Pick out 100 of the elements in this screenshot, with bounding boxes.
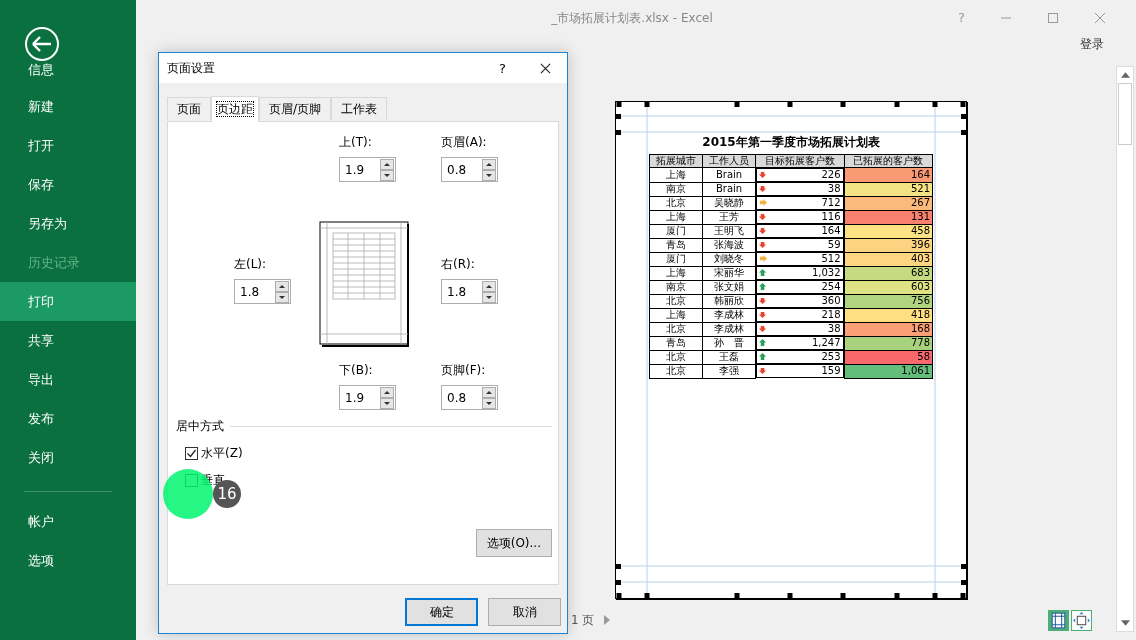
decrement-icon[interactable] [380, 397, 394, 409]
column-header: 拓展城市 [649, 154, 703, 168]
table-cell: 张文娟 [702, 280, 756, 294]
show-margins-icon[interactable] [1048, 609, 1069, 631]
margin-handle[interactable] [616, 564, 621, 569]
margin-handle[interactable] [616, 102, 622, 107]
scroll-down-icon[interactable] [1120, 620, 1130, 626]
menu-item[interactable]: 另存为 [0, 204, 136, 243]
margin-handle[interactable] [616, 593, 622, 598]
margin-handle[interactable] [894, 593, 900, 598]
dialog-title: 页面设置 [167, 59, 216, 77]
scrollbar[interactable] [1116, 66, 1134, 632]
increment-icon[interactable] [482, 158, 496, 170]
margin-handle[interactable] [616, 580, 621, 585]
zoom-to-page-icon[interactable] [1071, 609, 1092, 631]
increment-icon[interactable] [380, 158, 394, 170]
scroll-thumb[interactable] [1118, 83, 1132, 145]
menu-item[interactable]: 发布 [0, 399, 136, 438]
dialog-button[interactable]: 确定 [405, 598, 478, 626]
margin-handle[interactable] [734, 593, 740, 598]
number-field[interactable]: 0.8 [441, 157, 498, 182]
margin-handle[interactable] [840, 102, 846, 107]
table-cell: 上海 [649, 308, 703, 322]
cell-value: 164 [821, 225, 841, 237]
margin-handle[interactable] [644, 102, 650, 107]
group-title: 居中方式 [176, 418, 224, 435]
dialog-button[interactable]: 取消 [488, 598, 561, 626]
margin-handle[interactable] [644, 593, 650, 598]
number-field[interactable]: 1.9 [339, 157, 396, 182]
close-icon[interactable] [540, 62, 551, 74]
sign-in-link[interactable]: 登录 [1080, 36, 1104, 56]
menu-item[interactable]: 打开 [0, 126, 136, 165]
margin-handle[interactable] [616, 114, 621, 119]
table-cell: 王芳 [702, 210, 756, 224]
margin-handle[interactable] [932, 593, 938, 598]
field-label: 右(R): [441, 256, 476, 273]
menu-item[interactable]: 关闭 [0, 438, 136, 477]
increment-icon[interactable] [482, 280, 496, 292]
menu-item[interactable]: 导出 [0, 360, 136, 399]
increment-icon[interactable] [275, 280, 289, 292]
table-cell: 南京 [649, 280, 703, 294]
tab[interactable]: 页面 [167, 97, 211, 120]
menu-item[interactable]: 保存 [0, 165, 136, 204]
menu-item[interactable]: 新建 [0, 87, 136, 126]
decrement-icon[interactable] [380, 169, 394, 181]
margin-handle[interactable] [960, 102, 966, 107]
tab[interactable]: 页眉/页脚 [259, 97, 332, 120]
cell-value: 226 [821, 169, 841, 181]
field-label: 上(T): [339, 134, 373, 151]
table-cell: 宋丽华 [702, 266, 756, 280]
column-header: 已拓展的客户数 [844, 154, 933, 168]
margin-handle[interactable] [787, 593, 793, 598]
margin-handle[interactable] [961, 580, 966, 585]
menu-item[interactable]: 信息 [0, 57, 136, 83]
decrement-icon[interactable] [275, 291, 289, 303]
options-button[interactable]: 选项(O)... [475, 529, 552, 557]
margin-handle[interactable] [734, 102, 740, 107]
margin-handle[interactable] [616, 130, 621, 135]
window-title: _市场拓展计划表.xlsx - Excel [550, 9, 714, 27]
margin-handle[interactable] [840, 593, 846, 598]
margin-handle[interactable] [961, 114, 966, 119]
table-cell: 李成林 [702, 308, 756, 322]
table-cell: 上海 [649, 266, 703, 280]
tab[interactable]: 工作表 [331, 97, 388, 120]
cell-value: 360 [821, 295, 841, 307]
table-cell: 北京 [649, 350, 703, 364]
number-field[interactable]: 1.8 [441, 279, 498, 304]
cell-value: 38 [827, 183, 841, 195]
down-arrow-icon [759, 367, 768, 375]
menu-item[interactable]: 打印 [0, 282, 136, 321]
checkbox-label: 水平(Z) [201, 445, 243, 462]
margin-handle[interactable] [961, 564, 966, 569]
table-cell: 李强 [702, 364, 756, 378]
decrement-icon[interactable] [482, 291, 496, 303]
margin-handle[interactable] [787, 102, 793, 107]
table-cell: 王磊 [702, 350, 756, 364]
increment-icon[interactable] [482, 386, 496, 398]
margin-handle[interactable] [960, 593, 966, 598]
menu-item[interactable]: 共享 [0, 321, 136, 360]
decrement-icon[interactable] [482, 397, 496, 409]
margin-handle[interactable] [932, 102, 938, 107]
right-arrow-icon [759, 255, 768, 263]
menu-item[interactable]: 帐户 [0, 502, 136, 541]
menu-item[interactable]: 选项 [0, 541, 136, 580]
table-cell: 孙 晋 [702, 336, 756, 350]
cell-value: 254 [821, 281, 841, 293]
table-cell: 北京 [649, 364, 703, 378]
number-field[interactable]: 0.8 [441, 385, 498, 410]
table-cell: 北京 [649, 196, 703, 210]
margin-handle[interactable] [894, 102, 900, 107]
cell-value: 512 [821, 253, 841, 265]
number-field[interactable]: 1.9 [339, 385, 396, 410]
number-field[interactable]: 1.8 [234, 279, 291, 304]
checkbox[interactable] [185, 447, 198, 460]
help-button[interactable]: ? [499, 60, 506, 76]
decrement-icon[interactable] [482, 169, 496, 181]
scroll-up-icon[interactable] [1120, 72, 1130, 78]
increment-icon[interactable] [380, 386, 394, 398]
tab[interactable]: 页边距 [211, 96, 259, 122]
margin-handle[interactable] [961, 130, 966, 135]
